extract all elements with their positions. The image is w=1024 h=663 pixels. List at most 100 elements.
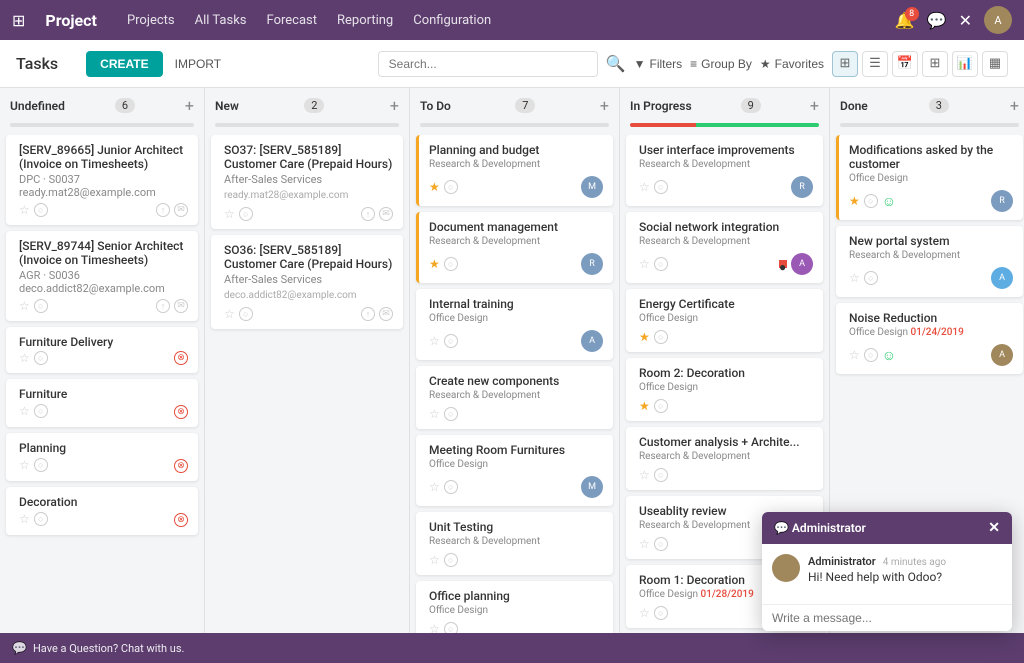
star-icon[interactable]: ☆ xyxy=(19,512,30,526)
status-icon[interactable]: ○ xyxy=(654,257,668,271)
kanban-view-icon[interactable]: ⊞ xyxy=(832,51,858,77)
status-icon[interactable]: ○ xyxy=(34,512,48,526)
list-view-icon[interactable]: ☰ xyxy=(862,51,888,77)
import-button[interactable]: IMPORT xyxy=(175,57,221,71)
status-icon[interactable]: ○ xyxy=(444,257,458,271)
status-icon[interactable]: ○ xyxy=(864,348,878,362)
block-icon[interactable]: ✉ xyxy=(174,203,188,217)
card-meeting-room[interactable]: Meeting Room Furnitures Office Design ☆ … xyxy=(416,435,613,506)
star-icon[interactable]: ☆ xyxy=(429,407,440,421)
star-icon[interactable]: ☆ xyxy=(639,468,650,482)
star-icon[interactable]: ☆ xyxy=(429,480,440,494)
star-icon[interactable]: ☆ xyxy=(639,180,650,194)
block-icon[interactable]: ✉ xyxy=(379,307,393,321)
status-icon[interactable]: ○ xyxy=(444,480,458,494)
chat-icon[interactable]: 💬 xyxy=(927,11,947,30)
col-add-new[interactable]: + xyxy=(390,96,399,115)
star-icon[interactable]: ★ xyxy=(429,180,440,194)
status-icon[interactable]: ○ xyxy=(654,537,668,551)
status-icon[interactable]: ○ xyxy=(654,468,668,482)
card-decoration[interactable]: Decoration ☆ ○ ⊗ xyxy=(6,487,198,535)
create-button[interactable]: CREATE xyxy=(86,51,162,77)
status-icon[interactable]: ○ xyxy=(444,180,458,194)
card-social-network[interactable]: Social network integration Research & De… xyxy=(626,212,823,283)
card-planning-budget[interactable]: Planning and budget Research & Developme… xyxy=(416,135,613,206)
status-icon[interactable]: ○ xyxy=(239,307,253,321)
status-icon[interactable]: ○ xyxy=(654,606,668,620)
bottom-bar-text[interactable]: Have a Question? Chat with us. xyxy=(33,642,184,655)
chat-close-button[interactable]: ✕ xyxy=(988,520,1000,536)
star-icon[interactable]: ☆ xyxy=(19,203,30,217)
star-icon[interactable]: ☆ xyxy=(849,348,860,362)
col-add-done[interactable]: + xyxy=(1010,96,1019,115)
status-icon[interactable]: ○ xyxy=(654,180,668,194)
card-ui-improvements[interactable]: User interface improvements Research & D… xyxy=(626,135,823,206)
nav-reporting[interactable]: Reporting xyxy=(337,13,393,28)
status-icon[interactable]: ○ xyxy=(34,458,48,472)
status-icon[interactable]: ○ xyxy=(654,330,668,344)
card-noise-reduction[interactable]: Noise Reduction Office Design 01/24/2019… xyxy=(836,303,1023,374)
card-new-portal[interactable]: New portal system Research & Development… xyxy=(836,226,1023,297)
action-icon[interactable]: ↑ xyxy=(156,299,170,313)
block-icon[interactable]: ⊗ xyxy=(174,351,188,365)
star-icon[interactable]: ☆ xyxy=(19,351,30,365)
star-icon[interactable]: ☆ xyxy=(429,334,440,348)
card-doc-mgmt[interactable]: Document management Research & Developme… xyxy=(416,212,613,283)
status-icon[interactable]: ○ xyxy=(864,271,878,285)
status-icon[interactable]: ○ xyxy=(239,207,253,221)
col-add-inprogress[interactable]: + xyxy=(810,96,819,115)
filters-button[interactable]: ▼ Filters xyxy=(634,57,683,71)
card-new-components[interactable]: Create new components Research & Develop… xyxy=(416,366,613,429)
star-icon[interactable]: ☆ xyxy=(849,271,860,285)
star-icon[interactable]: ★ xyxy=(429,257,440,271)
status-icon[interactable]: ○ xyxy=(34,299,48,313)
card-so36[interactable]: SO36: [SERV_585189] Customer Care (Prepa… xyxy=(211,235,403,329)
card-so37[interactable]: SO37: [SERV_585189] Customer Care (Prepa… xyxy=(211,135,403,229)
status-icon[interactable]: ○ xyxy=(444,553,458,567)
star-icon[interactable]: ☆ xyxy=(639,606,650,620)
card-junior-architect[interactable]: [SERV_89665] Junior Architect (Invoice o… xyxy=(6,135,198,225)
close-icon[interactable]: ✕ xyxy=(959,11,972,30)
star-icon[interactable]: ☆ xyxy=(429,553,440,567)
nav-projects[interactable]: Projects xyxy=(127,13,175,28)
star-icon[interactable]: ★ xyxy=(639,399,650,413)
favorites-button[interactable]: ★ Favorites xyxy=(760,57,824,71)
col-add-undefined[interactable]: + xyxy=(185,96,194,115)
search-icon[interactable]: 🔍 xyxy=(606,54,626,73)
card-energy-cert[interactable]: Energy Certificate Office Design ★ ○ xyxy=(626,289,823,352)
star-icon[interactable]: ☆ xyxy=(639,257,650,271)
block-icon[interactable]: ✉ xyxy=(379,207,393,221)
star-icon[interactable]: ☆ xyxy=(19,458,30,472)
block-icon[interactable]: ✉ xyxy=(174,299,188,313)
star-icon[interactable]: ☆ xyxy=(224,307,235,321)
col-add-todo[interactable]: + xyxy=(600,96,609,115)
star-icon[interactable]: ☆ xyxy=(639,537,650,551)
card-senior-architect[interactable]: [SERV_89744] Senior Architect (Invoice o… xyxy=(6,231,198,321)
nav-forecast[interactable]: Forecast xyxy=(267,13,317,28)
star-icon[interactable]: ☆ xyxy=(19,299,30,313)
card-furniture[interactable]: Furniture ☆ ○ ⊗ xyxy=(6,379,198,427)
user-avatar[interactable]: A xyxy=(984,6,1012,34)
status-icon[interactable]: ○ xyxy=(444,334,458,348)
block-icon[interactable]: ⊗ xyxy=(174,405,188,419)
groupby-button[interactable]: ≡ Group By xyxy=(690,57,752,71)
card-unit-testing[interactable]: Unit Testing Research & Development ☆ ○ xyxy=(416,512,613,575)
card-customer-analysis[interactable]: Customer analysis + Archite... Research … xyxy=(626,427,823,490)
nav-all-tasks[interactable]: All Tasks xyxy=(195,13,247,28)
card-room2[interactable]: Room 2: Decoration Office Design ★ ○ xyxy=(626,358,823,421)
status-icon[interactable]: ○ xyxy=(34,404,48,418)
card-internal-training[interactable]: Internal training Office Design ☆ ○ A xyxy=(416,289,613,360)
chart-view-icon[interactable]: 📊 xyxy=(952,51,978,77)
card-planning[interactable]: Planning ☆ ○ ⊗ xyxy=(6,433,198,481)
star-icon[interactable]: ☆ xyxy=(224,207,235,221)
status-icon[interactable]: ○ xyxy=(864,194,878,208)
nav-configuration[interactable]: Configuration xyxy=(413,13,491,28)
status-icon[interactable]: ○ xyxy=(34,351,48,365)
chat-input[interactable] xyxy=(772,611,1002,625)
calendar-view-icon[interactable]: 📅 xyxy=(892,51,918,77)
star-icon[interactable]: ★ xyxy=(639,330,650,344)
grid-view-icon[interactable]: ▦ xyxy=(982,51,1008,77)
status-icon[interactable]: ○ xyxy=(444,407,458,421)
grid-icon[interactable]: ⊞ xyxy=(12,11,25,30)
card-modifications[interactable]: Modifications asked by the customer Offi… xyxy=(836,135,1023,220)
